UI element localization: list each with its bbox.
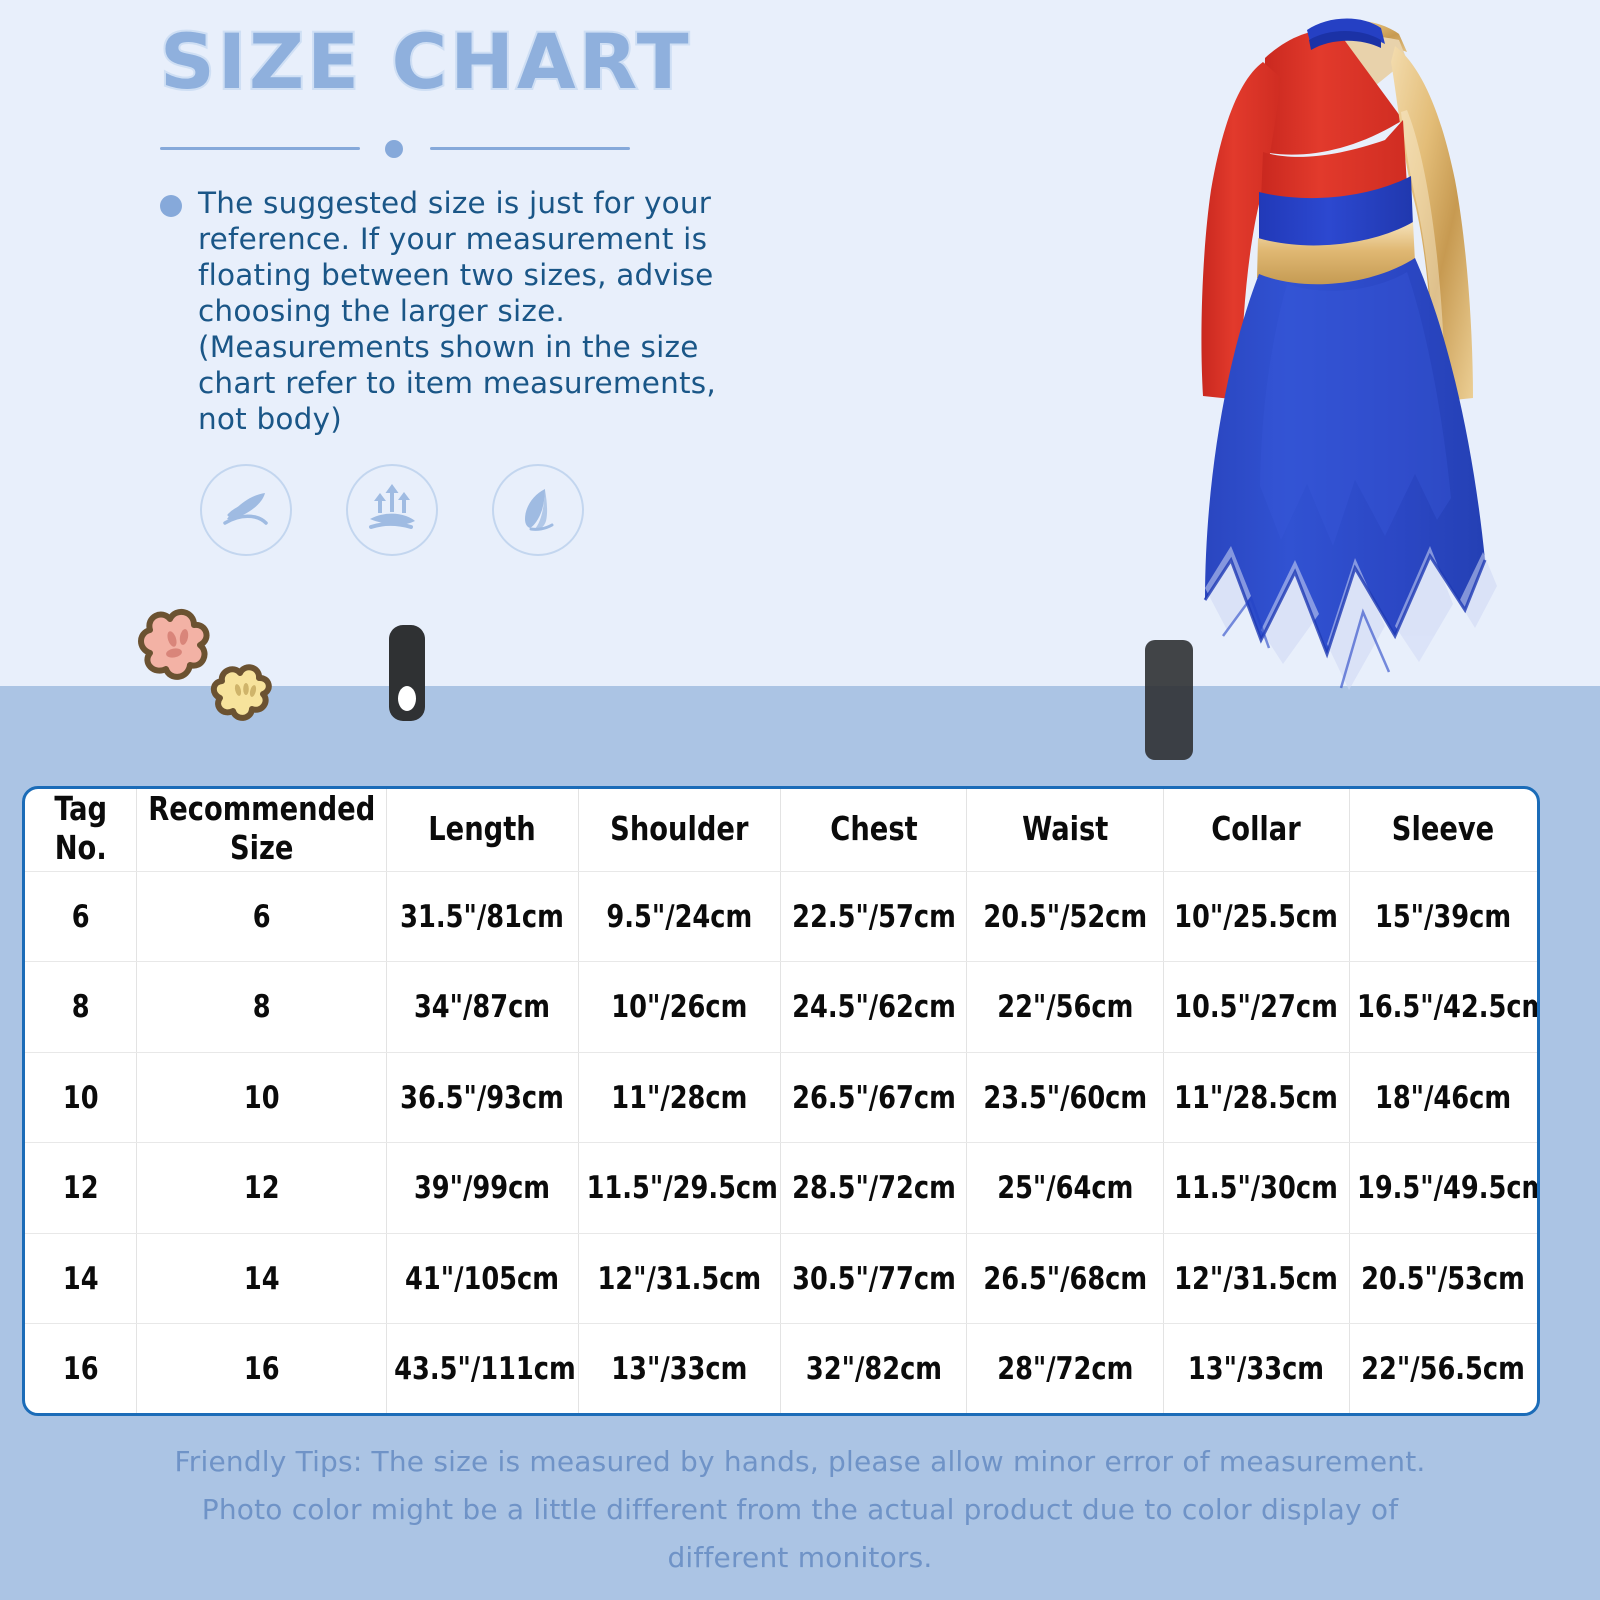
feather-lightweight-icon: [492, 464, 584, 556]
cell-shoulder: 11"/28cm: [586, 1052, 774, 1144]
cell-tag-no: 14: [29, 1233, 133, 1325]
size-chart-table: Tag No. Recommended Size Length Shoulder…: [25, 789, 1537, 1413]
cell-chest: 26.5"/67cm: [788, 1052, 960, 1144]
cell-tag-no: 12: [29, 1142, 133, 1234]
table-row: 8 8 34"/87cm 10"/26cm 24.5"/62cm 22"/56c…: [25, 961, 1537, 1053]
cell-sleeve: 18"/46cm: [1356, 1052, 1530, 1144]
column-header-length: Length: [394, 789, 572, 872]
cell-shoulder: 12"/31.5cm: [586, 1233, 774, 1325]
hanger-clip: [389, 625, 425, 721]
cell-collar: 11.5"/30cm: [1170, 1142, 1343, 1234]
cell-chest: 32"/82cm: [788, 1323, 960, 1413]
cell-sleeve: 16.5"/42.5cm: [1356, 961, 1537, 1053]
cell-waist: 20.5"/52cm: [974, 871, 1157, 963]
table-header-row: Tag No. Recommended Size Length Shoulder…: [25, 789, 1537, 872]
table-row: 12 12 39"/99cm 11.5"/29.5cm 28.5"/72cm 2…: [25, 1142, 1537, 1234]
cell-collar: 13"/33cm: [1170, 1323, 1343, 1413]
title-divider: [160, 140, 630, 158]
hanger-clip-hole: [398, 686, 416, 711]
page-title: SIZE CHART: [158, 17, 692, 106]
size-note-text: The suggested size is just for your refe…: [198, 186, 716, 436]
yellow-flower-doodle: [210, 664, 272, 721]
cell-chest: 22.5"/57cm: [788, 871, 960, 963]
cell-sleeve: 15"/39cm: [1356, 871, 1530, 963]
flower-doodles: [110, 595, 310, 725]
cell-waist: 23.5"/60cm: [974, 1052, 1157, 1144]
cell-length: 43.5"/111cm: [394, 1323, 576, 1413]
cell-waist: 26.5"/68cm: [974, 1233, 1157, 1325]
cell-length: 34"/87cm: [394, 961, 572, 1053]
cell-recommended-size: 8: [146, 961, 377, 1053]
cell-length: 41"/105cm: [394, 1233, 572, 1325]
cell-tag-no: 6: [29, 871, 133, 963]
table-row: 14 14 41"/105cm 12"/31.5cm 30.5"/77cm 26…: [25, 1233, 1537, 1325]
cell-collar: 12"/31.5cm: [1170, 1233, 1343, 1325]
cell-collar: 10"/25.5cm: [1170, 871, 1343, 963]
cell-recommended-size: 10: [146, 1052, 377, 1144]
column-header-sleeve: Sleeve: [1356, 789, 1530, 872]
cell-waist: 22"/56cm: [974, 961, 1157, 1053]
size-chart-table-container: Tag No. Recommended Size Length Shoulder…: [22, 786, 1540, 1416]
divider-line-right: [430, 147, 630, 150]
table-row: 16 16 43.5"/111cm 13"/33cm 32"/82cm 28"/…: [25, 1323, 1537, 1413]
cell-sleeve: 19.5"/49.5cm: [1356, 1142, 1537, 1234]
cell-collar: 10.5"/27cm: [1170, 961, 1343, 1053]
cell-recommended-size: 12: [146, 1142, 377, 1234]
cell-waist: 25"/64cm: [974, 1142, 1157, 1234]
cell-shoulder: 9.5"/24cm: [586, 871, 774, 963]
column-header-collar: Collar: [1170, 789, 1343, 872]
table-row: 10 10 36.5"/93cm 11"/28cm 26.5"/67cm 23.…: [25, 1052, 1537, 1144]
bullet-dot-icon: [160, 195, 182, 217]
cell-recommended-size: 16: [146, 1323, 377, 1413]
cell-length: 39"/99cm: [394, 1142, 572, 1234]
column-header-waist: Waist: [974, 789, 1157, 872]
cell-recommended-size: 14: [146, 1233, 377, 1325]
cell-length: 31.5"/81cm: [394, 871, 572, 963]
column-header-recommended-size: Recommended Size: [146, 789, 377, 872]
size-note-block: The suggested size is just for your refe…: [160, 185, 860, 437]
cell-shoulder: 11.5"/29.5cm: [586, 1142, 778, 1234]
cell-tag-no: 10: [29, 1052, 133, 1144]
cell-sleeve: 20.5"/53cm: [1356, 1233, 1530, 1325]
pink-flower-doodle: [138, 608, 210, 680]
divider-line-left: [160, 147, 360, 150]
hand-soft-fabric-icon: [200, 464, 292, 556]
cell-tag-no: 8: [29, 961, 133, 1053]
product-photo: [1055, 0, 1600, 780]
cell-shoulder: 13"/33cm: [586, 1323, 774, 1413]
cell-chest: 28.5"/72cm: [788, 1142, 960, 1234]
footer-tips: Friendly Tips: The size is measured by h…: [174, 1445, 1426, 1574]
cell-chest: 24.5"/62cm: [788, 961, 960, 1053]
cell-length: 36.5"/93cm: [394, 1052, 572, 1144]
column-header-chest: Chest: [788, 789, 960, 872]
feature-icon-row: [200, 464, 584, 556]
divider-dot: [385, 140, 403, 158]
cell-sleeve: 22"/56.5cm: [1361, 1350, 1526, 1387]
cell-recommended-size: 6: [146, 871, 377, 963]
title-area: SIZE CHART: [158, 17, 920, 106]
cell-collar: 11"/28.5cm: [1170, 1052, 1343, 1144]
breathable-arrows-icon: [346, 464, 438, 556]
column-header-shoulder: Shoulder: [586, 789, 774, 872]
column-header-tag-no: Tag No.: [29, 789, 133, 872]
cell-shoulder: 10"/26cm: [586, 961, 774, 1053]
table-row: 6 6 31.5"/81cm 9.5"/24cm 22.5"/57cm 20.5…: [25, 871, 1537, 963]
cell-chest: 30.5"/77cm: [788, 1233, 960, 1325]
cell-tag-no: 16: [29, 1323, 133, 1413]
cell-waist: 28"/72cm: [974, 1323, 1157, 1413]
